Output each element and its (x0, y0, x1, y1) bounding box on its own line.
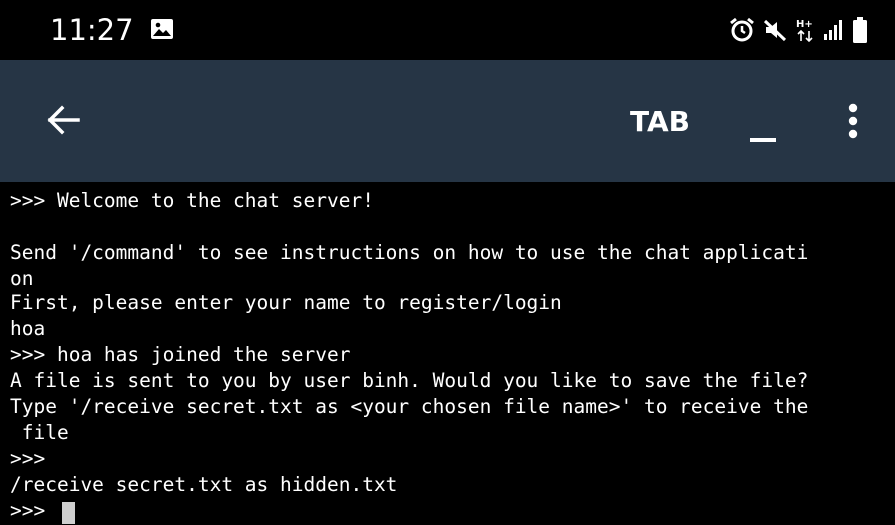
status-icons: H+ (729, 16, 867, 44)
mute-icon (763, 18, 787, 42)
overflow-menu-button[interactable] (838, 102, 868, 146)
image-icon (150, 18, 174, 40)
status-bar: 11:27 H+ (0, 0, 895, 60)
terminal-line: >>> hoa has joined the server (10, 343, 351, 366)
terminal-line: Type '/receive secret.txt as <your chose… (10, 395, 809, 418)
tab-key-button[interactable]: TAB (612, 102, 708, 142)
terminal-line: A file is sent to you by user binh. Woul… (10, 369, 809, 392)
more-vertical-icon (848, 103, 858, 139)
terminal-line: Send '/command' to see instructions on h… (10, 241, 809, 264)
terminal-line: >>> (10, 447, 46, 470)
terminal-line: file (10, 421, 69, 444)
arrow-left-icon (47, 105, 80, 135)
hplus-data-icon: H+ (795, 17, 815, 43)
signal-icon (823, 19, 845, 41)
terminal-line: First, please enter your name to registe… (10, 291, 562, 314)
battery-icon (853, 17, 867, 43)
terminal-line: on (10, 267, 34, 290)
terminal-output[interactable]: >>> Welcome to the chat server! Send '/c… (0, 182, 895, 525)
terminal-cursor (62, 502, 75, 524)
underscore-icon (750, 138, 776, 142)
app-toolbar: TAB (0, 60, 895, 182)
back-button[interactable] (44, 100, 84, 140)
terminal-line: >>> Welcome to the chat server! (10, 189, 374, 212)
minimize-button[interactable] (744, 102, 784, 144)
app-screen: 11:27 H+ TAB >>> Welcome to the chat ser… (0, 0, 895, 525)
alarm-icon (729, 17, 755, 43)
terminal-prompt-line: >>> (10, 499, 46, 522)
terminal-line: hoa (10, 317, 46, 340)
status-time: 11:27 (50, 13, 134, 47)
terminal-line: /receive secret.txt as hidden.txt (10, 473, 398, 496)
svg-text:H+: H+ (796, 19, 813, 30)
